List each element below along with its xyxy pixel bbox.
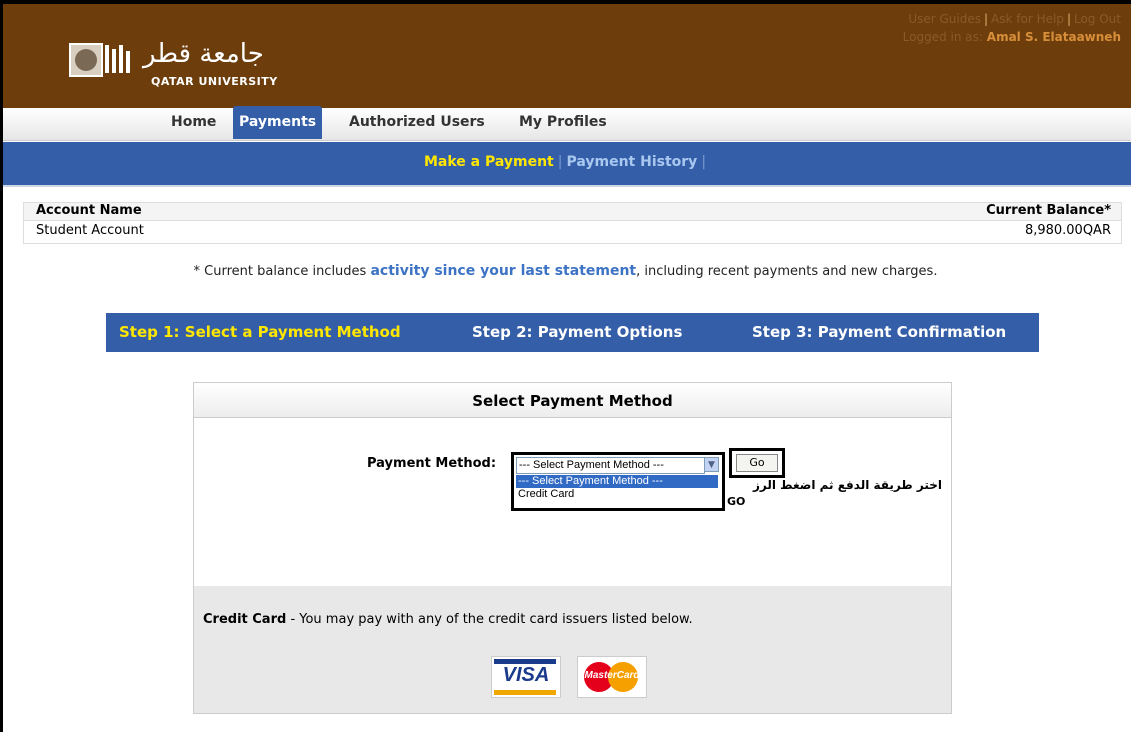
credit-card-description: Credit Card - You may pay with any of th… <box>203 612 693 627</box>
make-payment-link[interactable]: Make a Payment <box>424 154 554 170</box>
payment-method-label: Payment Method: <box>367 456 497 471</box>
go-button-highlight: Go <box>729 448 785 478</box>
header-links: User Guides | Ask for Help | Log Out <box>908 12 1121 26</box>
account-name-header: Account Name <box>36 203 142 218</box>
visa-text: VISA <box>502 664 550 686</box>
payment-method-dropdown[interactable]: --- Select Payment Method --- ▼ --- Sele… <box>511 452 725 511</box>
step-2-label: Step 2: Payment Options <box>472 323 683 341</box>
main-tab-bar: Home Payments Authorized Users My Profil… <box>3 106 1131 141</box>
payment-history-link[interactable]: Payment History <box>566 154 697 170</box>
note-suffix: , including recent payments and new char… <box>636 264 938 279</box>
ask-for-help-link[interactable]: Ask for Help <box>991 12 1064 26</box>
table-row: Student Account 8,980.00QAR <box>24 220 1121 243</box>
logo-columns-icon <box>105 45 135 73</box>
credit-card-title: Credit Card <box>203 612 287 627</box>
panel-title: Select Payment Method <box>194 383 951 418</box>
activity-link[interactable]: activity since your last statement <box>370 263 636 279</box>
current-balance-header: Current Balance* <box>986 203 1111 218</box>
option-select-payment-method[interactable]: --- Select Payment Method --- <box>516 475 718 488</box>
dropdown-arrow-icon[interactable]: ▼ <box>704 457 719 472</box>
table-header: Account Name Current Balance* <box>24 203 1121 220</box>
logged-in-info: Logged in as: Amal S. Elataawneh <box>903 30 1121 44</box>
account-name-cell: Student Account <box>36 223 144 238</box>
note-prefix: * Current balance includes <box>193 264 371 279</box>
logo-arabic-text: جامعة قطر <box>143 39 264 69</box>
site-header: جامعة قطر QATAR UNIVERSITY User Guides | A… <box>3 0 1131 108</box>
tab-authorized-users[interactable]: Authorized Users <box>349 114 485 130</box>
credit-card-info: Credit Card - You may pay with any of th… <box>194 586 951 713</box>
account-balance-table: Account Name Current Balance* Student Ac… <box>23 202 1122 244</box>
payments-subnav: Make a Payment | Payment History | <box>3 142 1131 187</box>
user-guides-link[interactable]: User Guides <box>908 12 981 26</box>
instruction-go-text: GO <box>727 495 746 508</box>
logo-emblem-icon <box>69 43 103 77</box>
payment-steps-bar: Step 1: Select a Payment Method Step 2: … <box>106 313 1039 352</box>
select-payment-method-panel: Select Payment Method Payment Method: --… <box>193 382 952 714</box>
tab-payments[interactable]: Payments <box>233 106 323 139</box>
go-button[interactable]: Go <box>736 454 778 472</box>
log-out-link[interactable]: Log Out <box>1074 12 1121 26</box>
visa-logo-icon: VISA <box>491 656 561 698</box>
balance-cell: 8,980.00QAR <box>1024 223 1111 238</box>
arabic-instruction: اختر طريقة الدفع ثم اضغط الرز <box>752 478 942 492</box>
tab-home[interactable]: Home <box>171 114 216 130</box>
payment-method-select[interactable]: --- Select Payment Method --- <box>516 457 705 474</box>
user-name: Amal S. Elataawneh <box>986 30 1121 44</box>
balance-note: * Current balance includes activity sinc… <box>0 263 1131 279</box>
option-credit-card[interactable]: Credit Card <box>516 488 718 501</box>
logged-in-prefix: Logged in as: <box>902 30 983 44</box>
qatar-university-logo[interactable]: جامعة قطر QATAR UNIVERSITY <box>69 39 309 89</box>
mastercard-text: MasterCard <box>584 670 640 681</box>
mastercard-logo-icon: MasterCard <box>577 656 647 698</box>
step-1-label: Step 1: Select a Payment Method <box>119 323 401 341</box>
credit-card-text: - You may pay with any of the credit car… <box>286 612 693 627</box>
logo-english-text: QATAR UNIVERSITY <box>151 75 278 88</box>
step-3-label: Step 3: Payment Confirmation <box>752 323 1007 341</box>
header-top-border <box>3 0 1131 4</box>
tab-my-profiles[interactable]: My Profiles <box>519 114 607 130</box>
